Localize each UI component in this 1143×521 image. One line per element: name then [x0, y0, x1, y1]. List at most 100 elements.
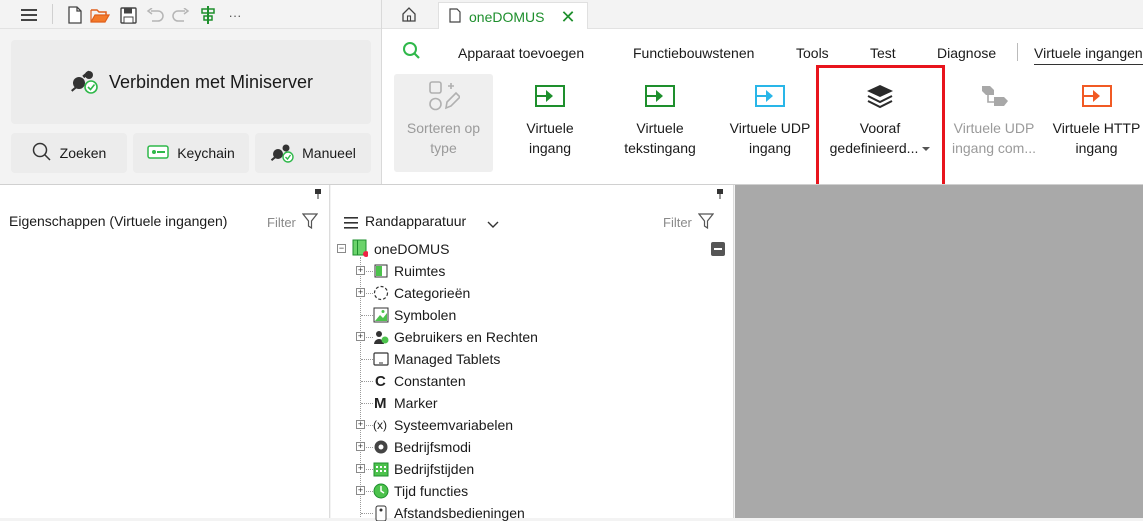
miniserver-icon	[352, 239, 368, 257]
new-file-icon[interactable]	[64, 4, 86, 26]
menu-tools[interactable]: Tools	[796, 45, 829, 61]
svg-text:(x): (x)	[373, 418, 387, 432]
tree-connector	[361, 513, 373, 514]
rooms-icon	[373, 263, 389, 279]
tree-item-tijd-functies[interactable]: Tijd functies	[394, 483, 468, 499]
tab-onedomus[interactable]: oneDOMUS ✕	[438, 2, 588, 30]
expand-icon[interactable]: +	[356, 486, 365, 495]
expand-icon[interactable]: +	[356, 420, 365, 429]
open-folder-icon[interactable]	[89, 4, 111, 26]
more-icon[interactable]: ···	[224, 4, 246, 26]
system-variables-icon: (x)	[373, 417, 389, 433]
virtual-udp-input-label-2: ingang	[748, 140, 792, 156]
virtual-http-input-button[interactable]: Virtuele HTTP ingang	[1050, 74, 1143, 172]
manual-button[interactable]: Manueel	[255, 133, 371, 173]
udp-command-label-1: Virtuele UDP	[953, 120, 1035, 136]
connect-panel: Verbinden met Miniserver Zoeken Keychain…	[0, 29, 381, 184]
toolbar-divider	[52, 4, 53, 24]
align-icon[interactable]	[197, 4, 219, 26]
document-icon	[449, 7, 461, 26]
tab-strip: oneDOMUS ✕	[382, 0, 1143, 30]
periphery-filter[interactable]: Filter	[663, 213, 715, 232]
menu-apparaat-toevoegen[interactable]: Apparaat toevoegen	[458, 45, 584, 61]
tab-home[interactable]	[396, 4, 422, 26]
tree-item-gebruikers-en-rechten[interactable]: Gebruikers en Rechten	[394, 329, 538, 345]
menu-diagnose[interactable]: Diagnose	[937, 45, 996, 61]
ribbon: Apparaat toevoegen Functiebouwstenen Too…	[382, 29, 1143, 184]
filter-icon	[697, 213, 715, 232]
virtual-text-input-icon	[644, 74, 676, 118]
constants-icon: C	[373, 373, 389, 389]
tree-item-systeemvariabelen[interactable]: Systeemvariabelen	[394, 417, 513, 433]
expand-icon[interactable]: +	[356, 442, 365, 451]
tree-item-marker[interactable]: Marker	[394, 395, 438, 411]
connect-miniserver-label: Verbinden met Miniserver	[108, 71, 314, 92]
virtual-http-input-icon	[1081, 74, 1113, 118]
chevron-down-icon[interactable]	[487, 216, 499, 232]
sort-edit-icon	[428, 74, 460, 118]
tree-item-ruimtes[interactable]: Ruimtes	[394, 263, 445, 279]
tree-item-managed-tablets[interactable]: Managed Tablets	[394, 351, 500, 367]
tree-item-constanten[interactable]: Constanten	[394, 373, 466, 389]
save-icon[interactable]	[117, 4, 139, 26]
canvas-area	[735, 185, 1143, 518]
sort-by-type-button[interactable]: Sorteren op type	[394, 74, 493, 172]
tablet-icon	[373, 351, 389, 367]
tree-root-label[interactable]: oneDOMUS	[374, 241, 449, 257]
virtual-input-button[interactable]: Virtuele ingang	[505, 74, 595, 172]
virtual-input-label-1: Virtuele	[526, 120, 574, 136]
ribbon-search-icon[interactable]	[402, 41, 422, 64]
periphery-title[interactable]: Randapparatuur	[365, 213, 466, 229]
tree-item-categorie-n[interactable]: Categorieën	[394, 285, 470, 301]
keychain-label: Keychain	[177, 145, 235, 161]
properties-title: Eigenschappen (Virtuele ingangen)	[9, 213, 228, 229]
tree-item-bedrijfsmodi[interactable]: Bedrijfsmodi	[394, 439, 471, 455]
tree-connector	[361, 403, 373, 404]
sort-label-1: Sorteren op	[406, 120, 481, 136]
virtual-http-input-label-1: Virtuele HTTP	[1052, 120, 1141, 136]
highlight-box	[816, 65, 945, 192]
menu-test[interactable]: Test	[870, 45, 896, 61]
tree-item-afstandsbedieningen[interactable]: Afstandsbedieningen	[394, 505, 525, 521]
menu-icon[interactable]	[18, 4, 40, 26]
collapse-all-icon[interactable]	[711, 242, 725, 256]
expand-icon[interactable]: +	[356, 288, 365, 297]
redo-icon[interactable]	[170, 4, 192, 26]
keychain-button[interactable]: Keychain	[133, 133, 249, 173]
tree-item-bedrijfstijden[interactable]: Bedrijfstijden	[394, 461, 474, 477]
collapse-root-icon[interactable]: −	[337, 244, 346, 253]
connect-miniserver-button[interactable]: Verbinden met Miniserver	[11, 40, 371, 124]
virtual-input-label-2: ingang	[528, 140, 572, 156]
search-button[interactable]: Zoeken	[11, 133, 127, 173]
pin-icon[interactable]	[314, 189, 322, 202]
virtual-udp-command-button[interactable]: Virtuele UDP ingang com...	[944, 74, 1044, 172]
properties-filter[interactable]: Filter	[267, 213, 319, 232]
menu-functiebouwstenen[interactable]: Functiebouwstenen	[633, 45, 754, 61]
virtual-text-input-label-1: Virtuele	[636, 120, 684, 136]
pin-icon[interactable]	[716, 189, 724, 202]
virtual-text-input-button[interactable]: Virtuele tekstingang	[610, 74, 710, 172]
operating-modes-icon	[373, 439, 389, 455]
virtual-udp-input-icon	[754, 74, 786, 118]
periphery-filter-label: Filter	[663, 215, 692, 230]
tab-title: oneDOMUS	[469, 8, 545, 25]
expand-icon[interactable]: +	[356, 464, 365, 473]
list-icon[interactable]	[344, 216, 358, 232]
virtual-http-input-label-2: ingang	[1075, 140, 1118, 156]
tree-item-symbolen[interactable]: Symbolen	[394, 307, 456, 323]
expand-icon[interactable]: +	[356, 266, 365, 275]
users-icon	[373, 329, 389, 345]
close-icon[interactable]: ✕	[560, 8, 575, 26]
virtual-udp-input-button[interactable]: Virtuele UDP ingang	[724, 74, 816, 172]
operating-times-icon	[373, 461, 389, 477]
properties-panel: Eigenschappen (Virtuele ingangen) Filter	[0, 185, 330, 518]
udp-command-icon	[978, 74, 1010, 118]
time-functions-icon	[373, 483, 389, 499]
virtual-text-input-label-2: tekstingang	[624, 140, 696, 156]
expand-icon[interactable]: +	[356, 332, 365, 341]
home-icon	[401, 6, 417, 25]
menu-divider	[1017, 43, 1018, 61]
tree-connector	[361, 315, 373, 316]
undo-icon[interactable]	[144, 4, 166, 26]
menu-virtuele-ingangen[interactable]: Virtuele ingangen	[1034, 45, 1143, 65]
